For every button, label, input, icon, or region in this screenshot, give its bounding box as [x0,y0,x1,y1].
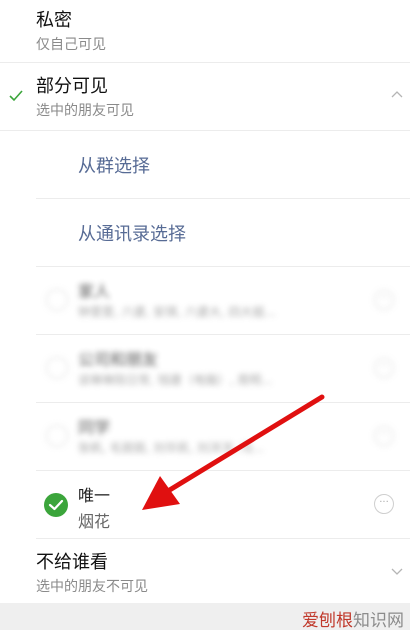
option-partial-title: 部分可见 [36,76,108,97]
selected-group-members: 烟花 [78,512,111,531]
checkmark-icon [9,90,23,102]
chevron-up-icon[interactable] [390,88,404,102]
select-from-contacts-row[interactable]: 从通讯录选择 [36,198,410,267]
more-icon[interactable]: ··· [374,494,394,514]
option-hide-from-subtitle: 选中的朋友不可见 [36,579,148,595]
selected-check-icon[interactable] [44,493,68,517]
footer-bar: 爱刨根知识网 [0,603,410,631]
option-hide-from[interactable]: 不给谁看 选中的朋友不可见 [0,538,410,603]
more-icon[interactable]: ··· [374,290,394,310]
group-members: 钟雯雯, 六婆, 安琪, 六婆大, 四大姐... [78,305,276,319]
option-partial-subtitle: 选中的朋友可见 [36,103,134,119]
option-private-subtitle: 仅自己可见 [36,37,106,53]
checkmark-icon [48,499,64,511]
watermark: 爱刨根知识网 [302,606,404,631]
group-members: 张帆, 毛丽丽, 刘华民, 刘洋洋, 冯... [78,441,264,455]
select-from-group-link[interactable]: 从群选择 [78,152,150,178]
select-from-contacts-link[interactable]: 从通讯录选择 [78,220,186,246]
group-row-classmates[interactable]: 同学 张帆, 毛丽丽, 刘华民, 刘洋洋, 冯... ··· [36,402,410,471]
group-title: 家人 [78,282,111,301]
group-title: 公司和朋友 [78,350,159,369]
group-row-company[interactable]: 公司和朋友 谈琳琳陪日常, 钱建（电脑）, 周明... ··· [36,334,410,403]
more-icon[interactable]: ··· [374,426,394,446]
watermark-part2: 知识网 [353,611,404,631]
option-private[interactable]: 私密 仅自己可见 [0,0,410,63]
selected-group-title: 唯一 [78,486,111,505]
option-hide-from-title: 不给谁看 [36,552,108,573]
watermark-part1: 爱刨根 [302,611,353,631]
group-title: 同学 [78,418,111,437]
option-private-title: 私密 [36,10,72,31]
group-row-family[interactable]: 家人 钟雯雯, 六婆, 安琪, 六婆大, 四大姐... ··· [36,266,410,335]
group-row-selected[interactable]: 唯一 烟花 ··· [36,470,410,539]
more-icon[interactable]: ··· [374,358,394,378]
radio-button[interactable] [46,425,68,447]
chevron-down-icon[interactable] [390,564,404,578]
select-from-group-row[interactable]: 从群选择 [36,130,410,199]
radio-button[interactable] [46,357,68,379]
radio-button[interactable] [46,289,68,311]
option-partial[interactable]: 部分可见 选中的朋友可见 [0,62,410,131]
group-members: 谈琳琳陪日常, 钱建（电脑）, 周明... [78,373,273,387]
